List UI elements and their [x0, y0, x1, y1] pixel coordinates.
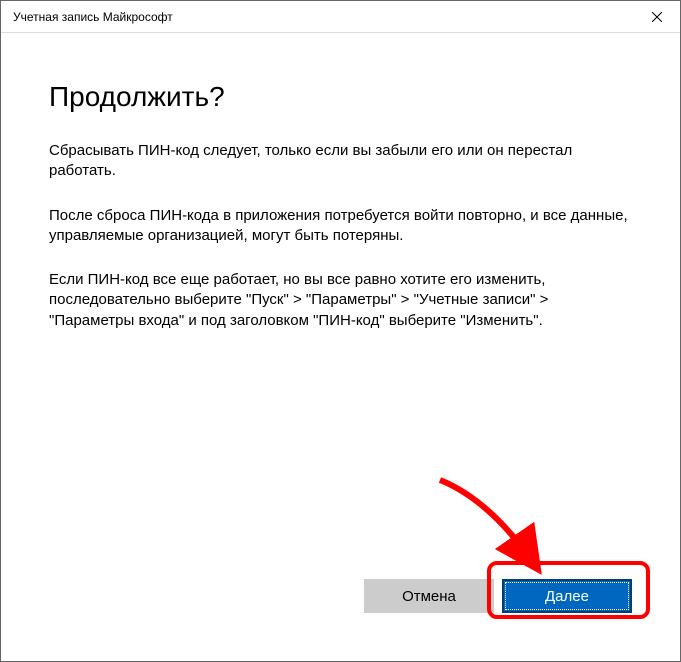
close-icon: [652, 12, 662, 22]
titlebar: Учетная запись Майкрософт: [1, 1, 680, 33]
cancel-button[interactable]: Отмена: [364, 579, 494, 613]
close-button[interactable]: [634, 1, 680, 33]
dialog-content: Продолжить? Сбрасывать ПИН-код следует, …: [1, 33, 680, 661]
button-row: Отмена Далее: [49, 579, 632, 637]
dialog-paragraph-3: Если ПИН-код все еще работает, но вы все…: [49, 270, 632, 331]
next-button[interactable]: Далее: [502, 579, 632, 613]
dialog-heading: Продолжить?: [49, 81, 632, 113]
dialog-window: Учетная запись Майкрософт Продолжить? Сб…: [0, 0, 681, 662]
dialog-paragraph-1: Сбрасывать ПИН-код следует, только если …: [49, 141, 632, 182]
dialog-paragraph-2: После сброса ПИН-кода в приложения потре…: [49, 206, 632, 247]
window-title: Учетная запись Майкрософт: [13, 10, 173, 24]
